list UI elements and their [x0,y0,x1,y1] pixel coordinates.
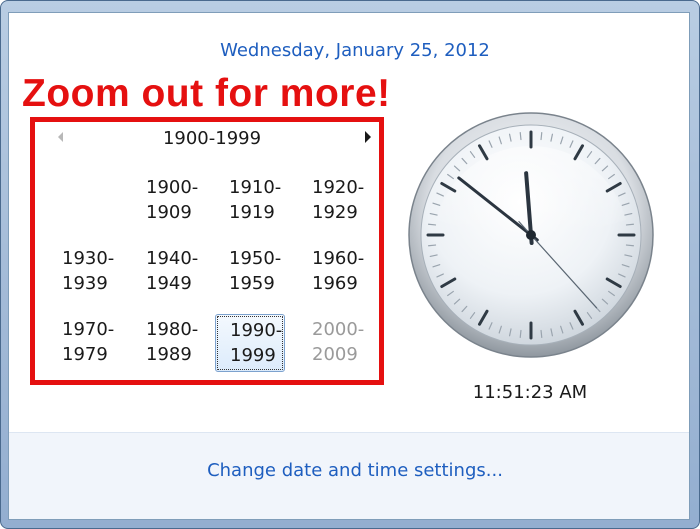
clock-minute-tick [625,244,635,247]
clock-minute-tick [540,329,543,339]
annotation-zoom-note: Zoom out for more! [22,72,391,115]
annotation-highlight-box [30,117,384,385]
clock-minute-tick [427,244,437,247]
current-date-link[interactable]: Wednesday, January 25, 2012 [0,40,700,61]
clock-minute-tick [427,223,437,226]
clock-center-pin [526,230,536,240]
clock-minute-tick [540,131,543,141]
analog-clock-icon [408,112,654,358]
change-date-time-settings-link[interactable]: Change date and time settings... [0,460,700,481]
clock-minute-tick [519,329,522,339]
clock-minute-tick [519,131,522,141]
clock-minute-tick [625,223,635,226]
digital-time: 11:51:23 AM [472,382,588,403]
